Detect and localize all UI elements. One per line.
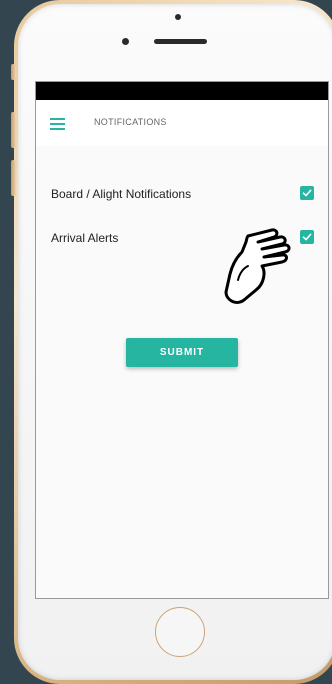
setting-row-board-alight: Board / Alight Notifications <box>51 184 314 204</box>
check-icon <box>302 189 312 197</box>
setting-label-board-alight: Board / Alight Notifications <box>51 187 192 201</box>
submit-button[interactable]: SUBMIT <box>126 338 238 367</box>
phone-screen: NOTIFICATIONS Board / Alight Notificatio… <box>35 81 329 599</box>
check-icon <box>302 233 312 241</box>
page-title: NOTIFICATIONS <box>94 117 167 127</box>
app-bar: NOTIFICATIONS <box>36 100 328 146</box>
board-alight-checkbox[interactable] <box>300 186 314 200</box>
hamburger-menu-icon[interactable] <box>50 118 65 130</box>
settings-content: Board / Alight Notifications Arrival Ale… <box>36 146 328 598</box>
front-camera <box>122 38 129 45</box>
earpiece-speaker <box>154 39 207 44</box>
pointing-hand-icon <box>224 228 291 304</box>
sensor-dot <box>175 14 181 20</box>
home-button[interactable] <box>155 607 205 657</box>
arrival-alerts-checkbox[interactable] <box>300 230 314 244</box>
volume-down-button <box>11 160 16 196</box>
status-bar <box>36 82 328 100</box>
volume-up-button <box>11 112 16 148</box>
mute-switch <box>11 64 16 80</box>
setting-label-arrival-alerts: Arrival Alerts <box>51 231 119 245</box>
